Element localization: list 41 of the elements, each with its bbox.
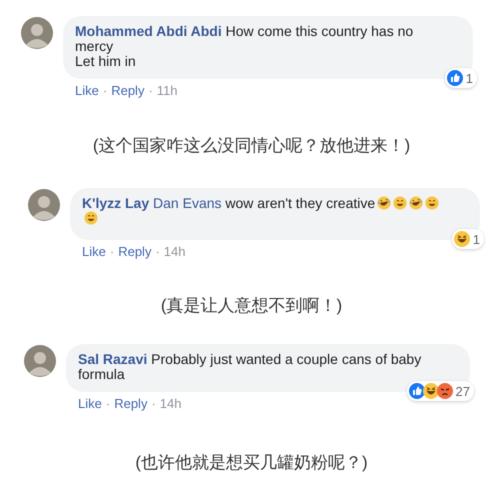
separator: · — [148, 83, 153, 98]
grinning-emoji-icon — [393, 196, 408, 210]
author-name[interactable]: K'lyzz Lay — [82, 195, 150, 211]
timestamp[interactable]: 14h — [160, 396, 182, 411]
avatar[interactable] — [21, 17, 53, 49]
avatar[interactable] — [28, 189, 60, 221]
grinning-emoji-icon — [84, 211, 98, 225]
separator: · — [102, 83, 108, 98]
comment-text: K'lyzz Lay Dan Evans wow aren't they creative — [82, 196, 452, 226]
action-link[interactable]: Like — [82, 244, 106, 259]
action-link[interactable]: Reply — [114, 396, 148, 411]
translation-text: (也许他就是想买几罐奶粉呢？) — [134, 452, 369, 474]
comment-text: Mohammed Abdi Abdi How come this country has no mercy Let him in — [75, 24, 414, 69]
action-link[interactable]: Reply — [118, 244, 152, 259]
separator: · — [106, 396, 110, 411]
timestamp[interactable]: 11h — [156, 83, 178, 98]
translation-text: (真是让人意想不到啊！) — [160, 295, 344, 317]
separator: · — [151, 396, 156, 411]
comment-text: Sal Razavi Probably just wanted a couple cans of baby formula — [78, 352, 422, 382]
grinning-emoji-icon — [425, 196, 440, 210]
reaction-count-badge[interactable]: 27 — [406, 381, 474, 401]
action-link[interactable]: Like — [78, 396, 102, 411]
mention-link[interactable]: Dan Evans — [153, 195, 222, 211]
separator: · — [110, 244, 114, 259]
laughing-emoji-icon — [454, 231, 470, 247]
action-link[interactable]: Like — [75, 83, 99, 98]
action-link[interactable]: Reply — [111, 83, 144, 98]
author-name[interactable]: Sal Razavi — [78, 351, 148, 367]
translation-text: (这个国家咋这么没同情心呢？放他进来！) — [92, 135, 412, 157]
thumbs-up-icon — [446, 70, 463, 86]
timestamp[interactable]: 14h — [164, 244, 186, 259]
angry-emoji-icon — [436, 383, 453, 399]
laughing-emoji-icon — [409, 196, 424, 210]
avatar[interactable] — [24, 345, 56, 377]
author-name[interactable]: Mohammed Abdi Abdi — [75, 23, 222, 39]
reaction-count-badge[interactable]: 1 — [452, 229, 484, 249]
reaction-count-badge[interactable]: 1 — [444, 68, 477, 88]
thumbs-up-icon — [408, 383, 425, 399]
laughing-emoji-icon — [377, 196, 392, 210]
laughing-emoji-icon — [422, 383, 439, 399]
separator: · — [155, 244, 160, 259]
